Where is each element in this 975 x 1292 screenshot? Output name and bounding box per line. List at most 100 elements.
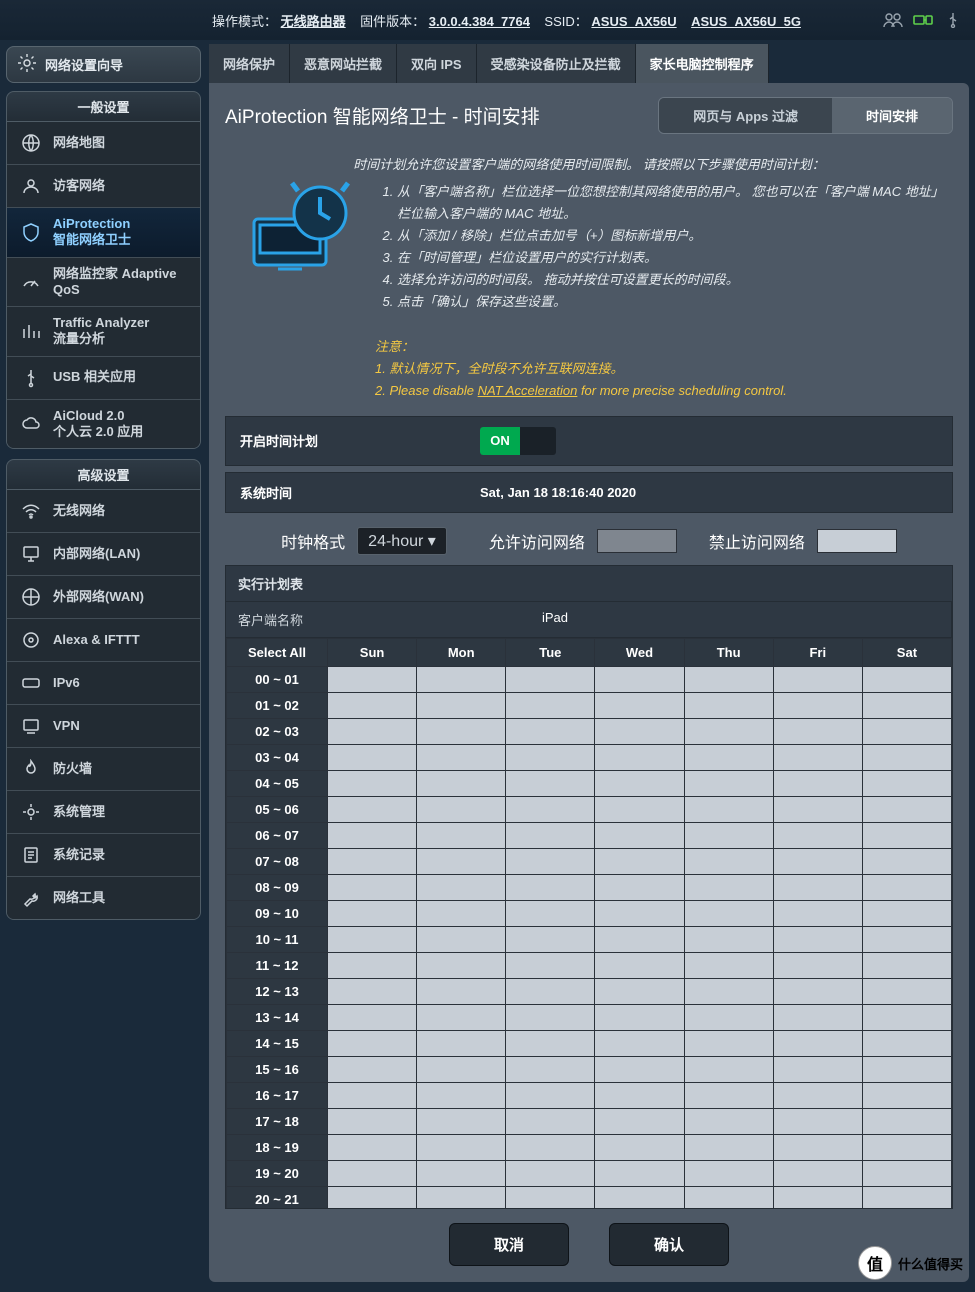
- slot[interactable]: [862, 1108, 951, 1134]
- hour-label[interactable]: 01 ~ 02: [227, 692, 328, 718]
- slot[interactable]: [862, 796, 951, 822]
- hour-label[interactable]: 06 ~ 07: [227, 822, 328, 848]
- slot[interactable]: [595, 952, 684, 978]
- slot[interactable]: [417, 1056, 506, 1082]
- hour-label[interactable]: 19 ~ 20: [227, 1160, 328, 1186]
- col-header[interactable]: Tue: [506, 638, 595, 666]
- slot[interactable]: [773, 848, 862, 874]
- slot[interactable]: [773, 822, 862, 848]
- hour-label[interactable]: 18 ~ 19: [227, 1134, 328, 1160]
- slot[interactable]: [773, 692, 862, 718]
- slot[interactable]: [417, 822, 506, 848]
- tab[interactable]: 双向 IPS: [397, 44, 477, 83]
- slot[interactable]: [417, 1160, 506, 1186]
- slot[interactable]: [684, 692, 773, 718]
- slot[interactable]: [506, 874, 595, 900]
- slot[interactable]: [328, 1186, 417, 1208]
- slot[interactable]: [862, 926, 951, 952]
- slot[interactable]: [862, 978, 951, 1004]
- slot[interactable]: [506, 770, 595, 796]
- mode-value[interactable]: 无线路由器: [281, 14, 346, 29]
- slot[interactable]: [328, 1108, 417, 1134]
- slot[interactable]: [684, 822, 773, 848]
- hour-label[interactable]: 03 ~ 04: [227, 744, 328, 770]
- slot[interactable]: [773, 1082, 862, 1108]
- slot[interactable]: [862, 1160, 951, 1186]
- slot[interactable]: [684, 952, 773, 978]
- slot[interactable]: [684, 1134, 773, 1160]
- sidebar-item[interactable]: 网络监控家 Adaptive QoS: [7, 257, 200, 307]
- slot[interactable]: [773, 666, 862, 692]
- slot[interactable]: [595, 1030, 684, 1056]
- ssid2[interactable]: ASUS_AX56U_5G: [691, 14, 801, 29]
- slot[interactable]: [773, 978, 862, 1004]
- col-header[interactable]: Thu: [684, 638, 773, 666]
- slot[interactable]: [328, 770, 417, 796]
- col-header[interactable]: Sun: [328, 638, 417, 666]
- slot[interactable]: [417, 1082, 506, 1108]
- col-header[interactable]: Wed: [595, 638, 684, 666]
- slot[interactable]: [684, 1056, 773, 1082]
- slot[interactable]: [328, 1160, 417, 1186]
- slot[interactable]: [684, 744, 773, 770]
- sidebar-item[interactable]: IPv6: [7, 661, 200, 704]
- slot[interactable]: [595, 822, 684, 848]
- slot[interactable]: [773, 1004, 862, 1030]
- slot[interactable]: [773, 796, 862, 822]
- slot[interactable]: [417, 770, 506, 796]
- slot[interactable]: [684, 900, 773, 926]
- slot[interactable]: [328, 1082, 417, 1108]
- slot[interactable]: [684, 874, 773, 900]
- sidebar-item[interactable]: AiProtection智能网络卫士: [7, 207, 200, 257]
- slot[interactable]: [417, 874, 506, 900]
- slot[interactable]: [595, 718, 684, 744]
- slot[interactable]: [773, 1134, 862, 1160]
- sidebar-item[interactable]: 防火墙: [7, 747, 200, 790]
- ok-button[interactable]: 确认: [609, 1223, 729, 1266]
- slot[interactable]: [862, 744, 951, 770]
- slot[interactable]: [328, 1030, 417, 1056]
- sidebar-item[interactable]: VPN: [7, 704, 200, 747]
- slot[interactable]: [595, 874, 684, 900]
- slot[interactable]: [417, 1004, 506, 1030]
- slot[interactable]: [773, 1186, 862, 1208]
- slot[interactable]: [506, 796, 595, 822]
- slot[interactable]: [862, 1030, 951, 1056]
- slot[interactable]: [417, 900, 506, 926]
- slot[interactable]: [328, 822, 417, 848]
- slot[interactable]: [595, 1082, 684, 1108]
- sidebar-item[interactable]: 访客网络: [7, 164, 200, 207]
- tab[interactable]: 恶意网站拦截: [290, 44, 397, 83]
- hour-label[interactable]: 20 ~ 21: [227, 1186, 328, 1208]
- subtab[interactable]: 时间安排: [832, 98, 952, 133]
- slot[interactable]: [773, 874, 862, 900]
- slot[interactable]: [417, 952, 506, 978]
- slot[interactable]: [328, 796, 417, 822]
- slot[interactable]: [773, 1160, 862, 1186]
- slot[interactable]: [862, 1004, 951, 1030]
- slot[interactable]: [506, 744, 595, 770]
- slot[interactable]: [595, 848, 684, 874]
- sidebar-item[interactable]: AiCloud 2.0个人云 2.0 应用: [7, 399, 200, 449]
- slot[interactable]: [773, 1108, 862, 1134]
- hour-label[interactable]: 09 ~ 10: [227, 900, 328, 926]
- slot[interactable]: [862, 718, 951, 744]
- slot[interactable]: [417, 1186, 506, 1208]
- slot[interactable]: [684, 978, 773, 1004]
- slot[interactable]: [506, 1082, 595, 1108]
- hour-label[interactable]: 15 ~ 16: [227, 1056, 328, 1082]
- hour-label[interactable]: 00 ~ 01: [227, 666, 328, 692]
- sidebar-item[interactable]: 内部网络(LAN): [7, 532, 200, 575]
- slot[interactable]: [862, 692, 951, 718]
- sidebar-item[interactable]: 网络工具: [7, 876, 200, 919]
- slot[interactable]: [328, 666, 417, 692]
- slot[interactable]: [417, 926, 506, 952]
- hour-label[interactable]: 10 ~ 11: [227, 926, 328, 952]
- slot[interactable]: [417, 718, 506, 744]
- slot[interactable]: [595, 1186, 684, 1208]
- slot[interactable]: [684, 1160, 773, 1186]
- network-status-icon[interactable]: [913, 10, 933, 30]
- tab[interactable]: 受感染设备防止及拦截: [477, 44, 636, 83]
- slot[interactable]: [506, 1186, 595, 1208]
- slot[interactable]: [684, 1082, 773, 1108]
